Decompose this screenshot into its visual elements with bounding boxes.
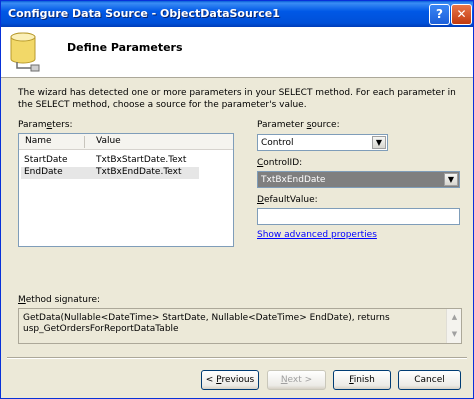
wizard-description: The wizard has detected one or more para… <box>18 88 456 110</box>
table-row-selected[interactable]: EndDate TxtBxEndDate.Text <box>21 167 199 179</box>
parameter-source-dropdown[interactable]: Control ▼ <box>257 134 388 151</box>
method-signature-text: GetData(Nullable<DateTime> StartDate, Nu… <box>23 313 390 334</box>
help-button[interactable]: ? <box>429 4 450 25</box>
parameter-source-label: Parameter source: <box>257 120 340 130</box>
previous-button[interactable]: < Previous <box>201 370 259 390</box>
control-id-label: ControlID: <box>257 158 303 168</box>
parameter-name: EndDate <box>24 167 63 177</box>
method-signature-box[interactable]: GetData(Nullable<DateTime> StartDate, Nu… <box>18 308 462 344</box>
default-value-input[interactable] <box>257 208 460 225</box>
method-signature-label: Method signature: <box>18 295 101 305</box>
help-icon: ? <box>436 7 443 21</box>
control-id-value: TxtBxEndDate <box>261 175 326 185</box>
chevron-down-icon[interactable]: ▼ <box>444 173 458 186</box>
column-header-name[interactable]: Name <box>25 136 52 146</box>
scroll-down-icon[interactable]: ▼ <box>448 327 461 342</box>
page-heading: Define Parameters <box>67 41 183 54</box>
table-row[interactable]: StartDate TxtBxStartDate.Text <box>21 155 199 167</box>
chevron-down-icon[interactable]: ▼ <box>372 136 386 149</box>
method-signature-scrollbar[interactable]: ▲ ▼ <box>446 309 461 343</box>
configure-data-source-dialog: Configure Data Source - ObjectDataSource… <box>0 0 474 399</box>
show-advanced-properties-link[interactable]: Show advanced properties <box>257 230 377 240</box>
finish-button[interactable]: Finish <box>333 370 391 390</box>
parameters-grid[interactable]: Name Value StartDate TxtBxStartDate.Text… <box>18 133 234 247</box>
window-title: Configure Data Source - ObjectDataSource… <box>8 7 280 20</box>
grid-header: Name Value <box>19 134 233 150</box>
scroll-up-icon[interactable]: ▲ <box>448 310 461 325</box>
parameter-source-value: Control <box>261 138 294 148</box>
control-id-dropdown[interactable]: TxtBxEndDate ▼ <box>257 171 460 188</box>
footer-divider <box>7 357 467 359</box>
parameter-value: TxtBxEndDate.Text <box>96 167 182 177</box>
column-separator[interactable] <box>84 136 85 148</box>
next-button[interactable]: Next > <box>267 370 326 390</box>
database-icon <box>10 32 40 72</box>
parameters-label: Parameters: <box>18 120 73 130</box>
close-icon: ✕ <box>456 7 467 21</box>
parameter-name: StartDate <box>24 155 68 165</box>
wizard-header: Define Parameters <box>1 27 473 78</box>
cancel-button[interactable]: Cancel <box>398 370 461 390</box>
close-button[interactable]: ✕ <box>451 4 472 25</box>
parameter-value: TxtBxStartDate.Text <box>96 155 187 165</box>
default-value-label: DefaultValue: <box>257 195 318 205</box>
column-header-value[interactable]: Value <box>96 136 121 146</box>
title-bar[interactable]: Configure Data Source - ObjectDataSource… <box>1 1 473 27</box>
